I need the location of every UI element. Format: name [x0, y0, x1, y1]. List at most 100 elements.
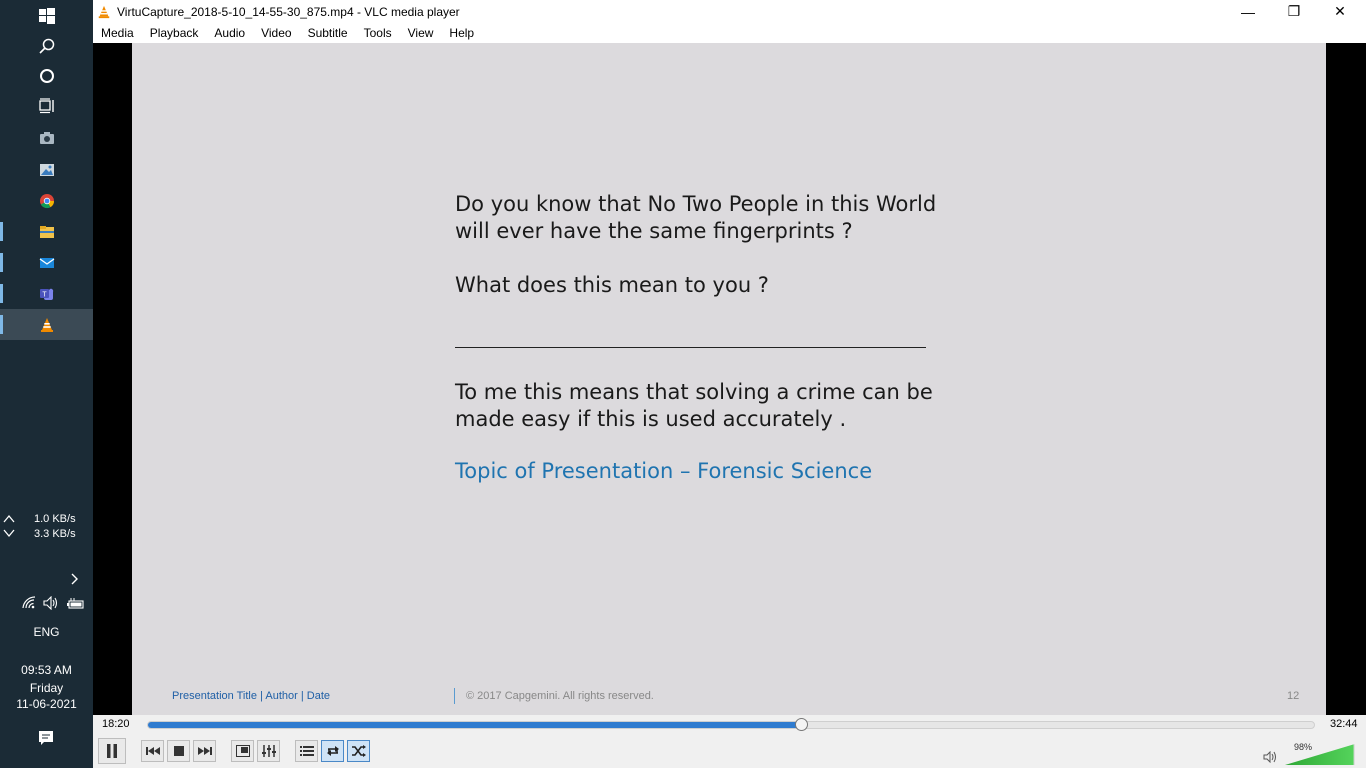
menu-tools[interactable]: Tools — [356, 26, 400, 40]
chevron-up-icon — [3, 514, 15, 523]
taskbar: T 1.0 KB/s 3.3 KB/s ENG 09:53 AM Friday … — [0, 0, 93, 768]
clock-time: 09:53 AM — [21, 663, 72, 677]
menu-media[interactable]: Media — [93, 26, 142, 40]
camera-icon — [39, 131, 54, 144]
taskbar-app-file-explorer[interactable] — [0, 216, 93, 247]
search-button[interactable] — [0, 30, 93, 61]
menu-playback[interactable]: Playback — [142, 26, 207, 40]
seek-handle[interactable] — [794, 718, 808, 731]
speaker-icon — [43, 595, 58, 611]
photos-icon — [39, 163, 54, 176]
svg-text:T: T — [42, 291, 47, 298]
total-time[interactable]: 32:44 — [1330, 718, 1358, 730]
presentation-slide: Do you know that No Two People in this W… — [132, 43, 1326, 715]
elapsed-time[interactable]: 18:20 — [102, 718, 130, 730]
vlc-cone-icon — [98, 5, 110, 18]
notification-icon — [39, 731, 53, 745]
menu-video[interactable]: Video — [253, 26, 299, 40]
slide-answer-line-1: To me this means that solving a crime ca… — [455, 380, 933, 404]
loop-button[interactable] — [321, 740, 344, 762]
taskbar-app-vlc[interactable] — [0, 309, 93, 340]
repeat-icon — [326, 746, 339, 756]
previous-button[interactable] — [141, 740, 164, 762]
cortana-icon — [39, 68, 54, 83]
next-button[interactable] — [193, 740, 216, 762]
taskbar-app-camera[interactable] — [0, 122, 93, 153]
wifi-button[interactable] — [22, 596, 36, 615]
seek-slider[interactable] — [147, 718, 1315, 731]
volume-tray-button[interactable] — [43, 595, 59, 615]
window-title: VirtuCapture_2018-5-10_14-55-30_875.mp4 … — [117, 4, 460, 19]
slide-page-number: 12 — [1287, 690, 1300, 702]
taskbar-app-teams[interactable]: T — [0, 278, 93, 309]
slide-answer-line-2: made easy if this is used accurately . — [455, 407, 847, 431]
action-center-button[interactable] — [38, 730, 54, 751]
seek-progress — [148, 722, 801, 728]
search-icon — [38, 38, 54, 54]
playlist-icon — [299, 746, 314, 756]
cortana-button[interactable] — [0, 60, 93, 91]
menu-subtitle[interactable]: Subtitle — [300, 26, 356, 40]
slide-question-line-2: will ever have the same fingerprints ? — [455, 219, 853, 243]
footer-separator: | — [300, 690, 304, 702]
playlist-button[interactable] — [295, 740, 318, 762]
answer-underline — [455, 347, 926, 348]
chrome-icon — [39, 193, 54, 208]
taskbar-app-chrome[interactable] — [0, 185, 93, 216]
task-view-icon — [38, 97, 54, 113]
slide-question-line-1: Do you know that No Two People in this W… — [455, 192, 937, 216]
close-button[interactable]: ✕ — [1317, 0, 1363, 23]
menu-bar: Media Playback Audio Video Subtitle Tool… — [93, 23, 1366, 43]
slide-footer-left: Presentation Title | Author | Date — [172, 690, 330, 702]
net-upload-value: 1.0 KB/s — [34, 513, 76, 525]
stop-button[interactable] — [167, 740, 190, 762]
show-hidden-icons-button[interactable] — [70, 572, 80, 590]
task-view-button[interactable] — [0, 90, 93, 121]
taskbar-app-photos[interactable] — [0, 154, 93, 185]
fullscreen-icon — [235, 745, 250, 757]
chevron-right-icon — [71, 573, 78, 585]
clock-date: 11-06-2021 — [16, 697, 77, 711]
extended-settings-button[interactable] — [257, 740, 280, 762]
footer-author: Author — [265, 690, 298, 702]
mute-toggle-icon[interactable] — [1263, 751, 1277, 763]
battery-button[interactable] — [67, 597, 85, 615]
title-bar[interactable]: VirtuCapture_2018-5-10_14-55-30_875.mp4 … — [93, 0, 1366, 23]
menu-view[interactable]: View — [400, 26, 442, 40]
running-indicator — [0, 222, 3, 241]
teams-icon: T — [39, 288, 53, 300]
seek-bar: 18:20 32:44 — [93, 715, 1366, 735]
menu-audio[interactable]: Audio — [206, 26, 253, 40]
shuffle-button[interactable] — [347, 740, 370, 762]
net-download-value: 3.3 KB/s — [34, 528, 76, 540]
footer-title: Presentation Title — [172, 690, 257, 702]
footer-date: Date — [306, 690, 331, 702]
clock-day: Friday — [29, 681, 64, 695]
minimize-button[interactable]: — — [1225, 0, 1271, 23]
chevron-down-icon — [3, 529, 15, 538]
mail-icon — [39, 257, 54, 268]
folder-icon — [39, 225, 54, 238]
footer-separator: | — [260, 690, 263, 702]
wifi-icon — [22, 596, 36, 609]
vlc-cone-icon — [40, 317, 53, 332]
battery-icon — [67, 598, 84, 609]
start-button[interactable] — [0, 0, 93, 31]
pause-icon — [107, 744, 117, 758]
footer-copyright: © 2017 Capgemini. All rights reserved. — [466, 690, 654, 702]
input-language[interactable]: ENG — [0, 625, 93, 639]
running-indicator — [0, 284, 3, 303]
taskbar-app-mail[interactable] — [0, 247, 93, 278]
running-indicator — [0, 253, 3, 272]
running-indicator — [0, 315, 3, 334]
skip-back-icon — [145, 747, 160, 755]
pause-button[interactable] — [98, 738, 126, 764]
slide-topic: Topic of Presentation – Forensic Science — [455, 459, 873, 483]
stop-icon — [173, 746, 184, 756]
windows-icon — [38, 7, 55, 24]
video-area[interactable]: Do you know that No Two People in this W… — [93, 43, 1366, 715]
menu-help[interactable]: Help — [441, 26, 482, 40]
restore-button[interactable]: ❐ — [1271, 0, 1317, 23]
fullscreen-button[interactable] — [231, 740, 254, 762]
vlc-window: VirtuCapture_2018-5-10_14-55-30_875.mp4 … — [93, 0, 1366, 768]
